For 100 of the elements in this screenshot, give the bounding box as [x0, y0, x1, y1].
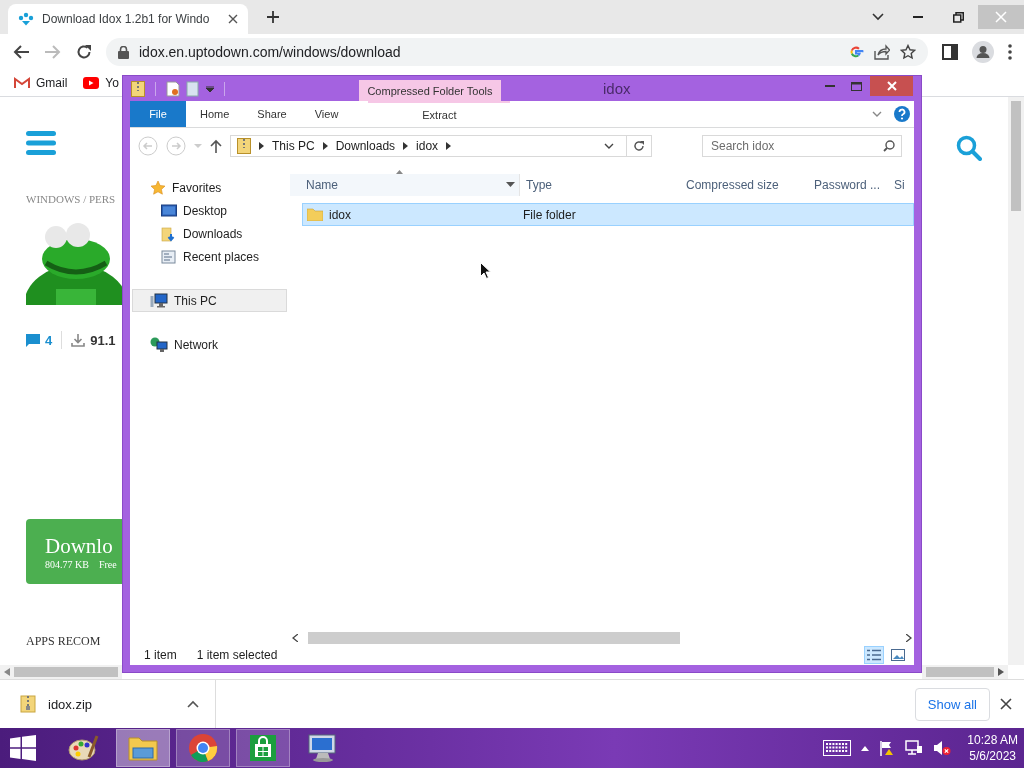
context-tab-group: Compressed Folder Tools: [359, 80, 501, 101]
column-header[interactable]: Compressed size: [680, 174, 808, 196]
dropdown-icon[interactable]: [506, 182, 515, 187]
breadcrumb: WINDOWS / PERS: [26, 193, 117, 205]
reload-icon[interactable]: [76, 44, 92, 60]
download-count: 91.1: [90, 332, 116, 348]
caret-up-icon[interactable]: [187, 700, 199, 708]
search-icon[interactable]: [883, 140, 895, 152]
recent-places-icon: [161, 248, 177, 265]
ribbon-tab[interactable]: View: [300, 101, 353, 127]
google-icon[interactable]: [848, 44, 864, 60]
menu-icon[interactable]: [1008, 44, 1012, 60]
ribbon-tab[interactable]: Share: [243, 101, 301, 127]
youtube-icon: [83, 77, 100, 89]
hamburger-menu-icon[interactable]: [26, 131, 56, 155]
gmail-icon: [14, 77, 30, 89]
store-icon: [249, 734, 277, 762]
zip-file-icon: [20, 695, 36, 713]
maximize-icon[interactable]: [851, 81, 862, 91]
zip-folder-icon: [237, 138, 251, 154]
chevron-right-icon[interactable]: [403, 142, 409, 150]
nav-item[interactable]: Downloads: [132, 222, 287, 245]
folder-icon: [307, 208, 323, 221]
profile-avatar-icon[interactable]: [972, 41, 994, 63]
up-arrow-icon[interactable]: [210, 139, 222, 153]
nav-item[interactable]: Recent places: [132, 245, 287, 268]
help-icon[interactable]: [894, 106, 910, 122]
zip-folder-icon[interactable]: [131, 80, 145, 97]
minimize-icon[interactable]: [824, 85, 835, 87]
bookmark[interactable]: Gmail: [14, 76, 68, 90]
uptodown-logo-icon: [18, 12, 34, 26]
chevron-right-icon[interactable]: [446, 142, 452, 150]
restore-icon[interactable]: [952, 11, 964, 23]
new-tab-icon[interactable]: [266, 10, 280, 24]
share-icon[interactable]: [874, 44, 890, 60]
taskbar-app-button[interactable]: [236, 729, 290, 767]
path-segment[interactable]: Downloads: [335, 139, 396, 153]
close-icon[interactable]: [1000, 698, 1012, 710]
windows-start-icon[interactable]: [10, 735, 36, 761]
ribbon-tab[interactable]: Extract: [368, 101, 511, 127]
show-all-button[interactable]: Show all: [914, 687, 990, 721]
column-header[interactable]: Si: [888, 174, 914, 196]
lock-icon: [118, 45, 129, 59]
star-icon: [150, 179, 166, 196]
chevron-right-icon[interactable]: [259, 142, 264, 150]
address-field[interactable]: This PC Downloads idox: [230, 135, 652, 157]
cursor-icon: [480, 262, 491, 279]
path-segment[interactable]: This PC: [272, 139, 315, 153]
close-button[interactable]: [870, 76, 913, 96]
file-name: idox: [303, 207, 517, 222]
dropdown-icon[interactable]: [206, 85, 214, 92]
search-field[interactable]: Search idox: [702, 135, 902, 157]
network-icon: [150, 336, 168, 353]
taskbar-app-button[interactable]: [176, 729, 230, 767]
properties-icon[interactable]: [166, 80, 180, 97]
window-title: idox: [603, 80, 631, 97]
ribbon-tab[interactable]: File: [130, 101, 186, 127]
clock[interactable]: 10:28 AM 5/6/2023: [967, 732, 1018, 764]
desktop-icon: [161, 203, 177, 218]
comment-icon: [26, 333, 40, 347]
speaker-muted-icon[interactable]: [933, 740, 952, 756]
file-row[interactable]: idox File folder: [302, 203, 914, 226]
refresh-icon[interactable]: [633, 140, 645, 152]
chevron-right-icon[interactable]: [322, 142, 328, 150]
section-heading: APPS RECOM: [26, 634, 101, 649]
keyboard-icon[interactable]: [823, 740, 852, 756]
path-segment[interactable]: idox: [416, 139, 439, 153]
nav-item[interactable]: Network: [132, 333, 287, 356]
address-bar[interactable]: idox.en.uptodown.com/windows/download: [106, 38, 928, 66]
caret-up-icon[interactable]: [861, 745, 870, 751]
back-arrow-icon[interactable]: [12, 44, 30, 60]
paint-palette-icon: [67, 733, 99, 763]
arrow-right-icon[interactable]: [998, 668, 1004, 676]
vertical-scrollbar[interactable]: [1008, 97, 1024, 665]
scrollbar-segment[interactable]: [922, 665, 1008, 679]
side-panel-icon[interactable]: [942, 44, 958, 60]
chevron-down-icon[interactable]: [604, 143, 614, 149]
chrome-icon: [188, 733, 218, 763]
browser-tab[interactable]: Download Idox 1.2b1 for Windo: [8, 4, 248, 34]
download-icon: [71, 333, 86, 347]
nav-item[interactable]: Desktop: [132, 199, 287, 222]
close-icon[interactable]: [228, 14, 238, 24]
horizontal-scrollbar[interactable]: [290, 631, 914, 645]
nav-item[interactable]: This PC: [132, 289, 287, 312]
network-icon[interactable]: [905, 740, 924, 756]
folder-icon: [127, 734, 159, 762]
comment-count: 4: [45, 332, 53, 348]
scrollbar-segment[interactable]: [0, 665, 122, 679]
arrow-right-icon[interactable]: [906, 634, 912, 642]
column-header[interactable]: Password ...: [808, 174, 888, 196]
arrow-left-icon[interactable]: [292, 634, 298, 642]
ribbon-tab[interactable]: Home: [186, 101, 244, 127]
folder-download-icon: [161, 225, 177, 242]
bookmark[interactable]: Yo: [83, 76, 119, 90]
nav-item[interactable]: Favorites: [132, 176, 287, 199]
column-header[interactable]: Type: [520, 174, 680, 196]
star-icon[interactable]: [900, 44, 916, 60]
flag-icon[interactable]: [879, 740, 896, 756]
new-folder-icon[interactable]: [186, 80, 200, 97]
chevron-down-icon[interactable]: [872, 13, 884, 21]
